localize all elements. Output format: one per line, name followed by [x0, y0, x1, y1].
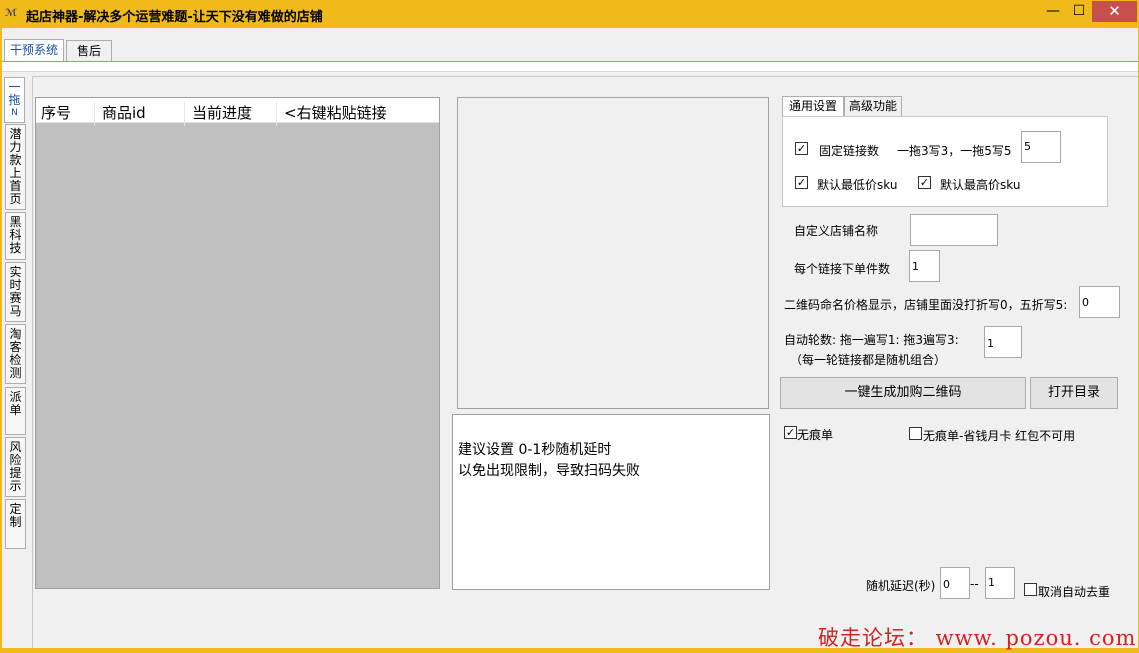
- fixed-links-hint: 一拖3写3，一拖5写5: [897, 144, 1012, 158]
- tab-general-settings[interactable]: 通用设置: [782, 96, 844, 117]
- side-tab-custom[interactable]: 定制: [5, 499, 26, 549]
- link-list[interactable]: [35, 97, 440, 589]
- col-product-id[interactable]: 商品id: [102, 102, 146, 123]
- qr-price-label: 二维码命名价格显示，店铺里面没打折写0，五折写5:: [784, 298, 1068, 312]
- maximize-button[interactable]: ☐: [1066, 1, 1092, 22]
- side-tab-black-tech[interactable]: 黑科技: [5, 212, 26, 260]
- cancel-dedupe-label: 取消自动去重: [1038, 585, 1111, 599]
- qr-price-input[interactable]: 0: [1079, 286, 1120, 318]
- no-trace-card-label: 无痕单-省钱月卡 红包不可用: [923, 429, 1076, 443]
- close-button[interactable]: ✕: [1092, 1, 1137, 22]
- tab-intervention[interactable]: 干预系统: [4, 39, 64, 61]
- side-tab-one-drag-n[interactable]: 一拖N: [4, 77, 25, 123]
- side-tab-char: 技: [9, 241, 22, 255]
- auto-rounds-input[interactable]: 1: [984, 326, 1022, 358]
- side-tab-char: 制: [9, 515, 22, 529]
- no-trace-card-checkbox[interactable]: [909, 427, 922, 440]
- fixed-links-checkbox[interactable]: ✓: [795, 142, 808, 155]
- side-tab-dispatch[interactable]: 派单: [5, 387, 26, 435]
- no-trace-label: 无痕单: [797, 428, 834, 442]
- auto-rounds-label: 自动轮数: 拖一遍写1: 拖3遍写3:: [784, 333, 959, 347]
- delay-from-input[interactable]: 0: [940, 567, 970, 599]
- qty-per-link-label: 每个链接下单件数: [794, 262, 891, 276]
- side-tab-char: 示: [9, 479, 22, 493]
- side-tab-risk-alert[interactable]: 风险提示: [5, 437, 26, 497]
- col-paste-link[interactable]: <右键粘贴链接: [284, 102, 387, 123]
- tab-strip: [2, 61, 1138, 72]
- side-tab-taoke-check[interactable]: 淘客检测: [5, 324, 26, 384]
- delay-separator: --: [970, 577, 979, 591]
- side-tab-potential-homepage[interactable]: 潜力款上首页: [5, 124, 26, 210]
- fixed-links-input[interactable]: 5: [1021, 131, 1061, 163]
- tip-line-2: 以免出现限制，导致扫码失败: [458, 463, 640, 479]
- window-title: 起店神器-解决多个运营难题-让天下没有难做的店铺: [26, 10, 323, 25]
- col-index[interactable]: 序号: [41, 102, 71, 123]
- side-tab-char: N: [11, 108, 18, 118]
- auto-rounds-note: （每一轮链接都是随机组合）: [790, 353, 947, 367]
- delay-to-input[interactable]: 1: [985, 567, 1015, 599]
- tip-box: 建议设置 0-1秒随机延时 以免出现限制，导致扫码失败: [452, 414, 770, 590]
- default-low-sku-checkbox[interactable]: ✓: [795, 176, 808, 189]
- qr-preview: [457, 97, 769, 409]
- side-tab-char: 拖: [8, 93, 21, 107]
- app-icon: ℳ: [5, 8, 17, 19]
- tab-after-sales[interactable]: 售后: [66, 40, 112, 61]
- qty-per-link-input[interactable]: 1: [909, 250, 940, 282]
- custom-shop-name-input[interactable]: [910, 214, 998, 246]
- side-tab-realtime-race[interactable]: 实时赛马: [5, 262, 26, 322]
- custom-shop-name-label: 自定义店铺名称: [794, 224, 879, 238]
- side-tab-char: 马: [9, 304, 22, 318]
- watermark: 破走论坛： www. pozou. com: [818, 626, 1137, 650]
- side-tab-char: 页: [9, 192, 22, 206]
- no-trace-checkbox[interactable]: ✓: [784, 426, 797, 439]
- minimize-button[interactable]: —: [1040, 1, 1066, 22]
- fixed-links-label: 固定链接数: [819, 144, 880, 158]
- random-delay-label: 随机延迟(秒): [866, 579, 936, 593]
- cancel-dedupe-checkbox[interactable]: [1024, 583, 1037, 596]
- list-header: 序号 商品id 当前进度 <右键粘贴链接: [36, 98, 439, 126]
- default-high-sku-label: 默认最高价sku: [940, 178, 1021, 192]
- tab-advanced[interactable]: 高级功能: [844, 96, 902, 116]
- default-low-sku-label: 默认最低价sku: [817, 178, 898, 192]
- side-tab-char: 单: [9, 403, 22, 417]
- default-high-sku-checkbox[interactable]: ✓: [918, 176, 931, 189]
- tip-line-1: 建议设置 0-1秒随机延时: [458, 442, 612, 458]
- side-tab-char: 测: [9, 366, 22, 380]
- col-progress[interactable]: 当前进度: [192, 102, 252, 123]
- generate-qr-button[interactable]: 一键生成加购二维码: [780, 377, 1026, 409]
- open-directory-button[interactable]: 打开目录: [1030, 377, 1118, 409]
